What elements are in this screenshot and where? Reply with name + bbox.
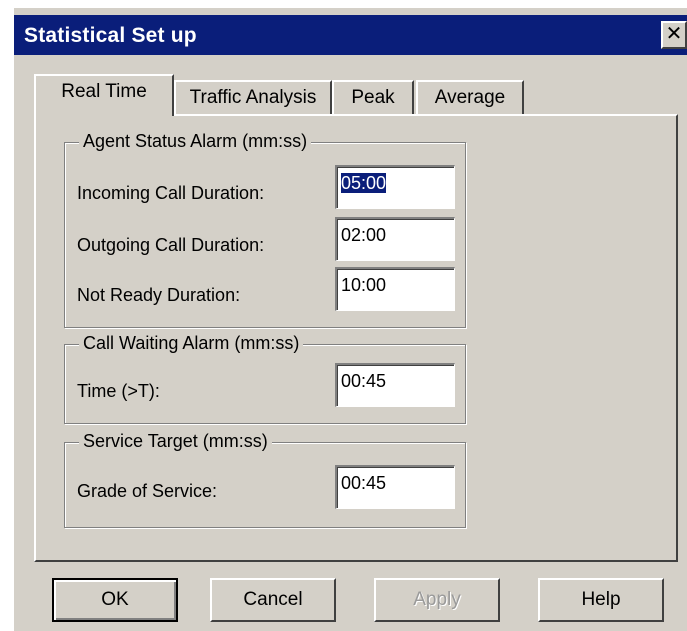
cancel-label: Cancel: [243, 589, 303, 610]
ok-button[interactable]: OK: [52, 578, 178, 622]
tab-label: Traffic Analysis: [189, 87, 317, 108]
time-label: Time (>T):: [77, 381, 160, 401]
group-title: Agent Status Alarm (mm:ss): [79, 131, 312, 152]
grade-of-service-field[interactable]: 00:45: [335, 465, 455, 509]
window-title: Statistical Set up: [24, 24, 197, 47]
tab-label: Peak: [351, 87, 395, 108]
tab-real-time[interactable]: Real Time: [34, 74, 174, 116]
help-button[interactable]: Help: [538, 578, 664, 622]
cancel-button[interactable]: Cancel: [210, 578, 336, 622]
incoming-call-duration-field[interactable]: 05:00: [335, 165, 455, 209]
ok-label: OK: [101, 589, 129, 610]
apply-label: Apply: [413, 589, 461, 610]
tab-peak[interactable]: Peak: [332, 80, 414, 116]
close-button[interactable]: ✕: [661, 21, 687, 49]
tab-panel-real-time: Agent Status Alarm (mm:ss) Incoming Call…: [34, 114, 678, 562]
not-ready-duration-label: Not Ready Duration:: [77, 285, 241, 305]
tab-label: Average: [434, 87, 506, 108]
group-title: Service Target (mm:ss): [79, 431, 272, 452]
tab-average[interactable]: Average: [416, 80, 524, 116]
help-label: Help: [581, 589, 621, 610]
incoming-call-duration-label: Incoming Call Duration:: [77, 183, 265, 203]
outgoing-call-duration-label: Outgoing Call Duration:: [77, 235, 265, 255]
time-field[interactable]: 00:45: [335, 363, 455, 407]
title-bar[interactable]: Statistical Set up ✕: [14, 15, 687, 55]
apply-button[interactable]: Apply: [374, 578, 500, 622]
statistical-setup-dialog: Statistical Set up ✕ Real Time Traffic A…: [12, 6, 687, 631]
not-ready-duration-field[interactable]: 10:00: [335, 267, 455, 311]
close-icon: ✕: [665, 23, 683, 45]
group-title: Call Waiting Alarm (mm:ss): [79, 333, 304, 354]
service-target-group: Service Target (mm:ss) Grade of Service:…: [64, 431, 466, 528]
tab-traffic-analysis[interactable]: Traffic Analysis: [174, 80, 332, 116]
tab-label: Real Time: [61, 81, 147, 102]
outgoing-call-duration-field[interactable]: 02:00: [335, 217, 455, 261]
selected-text: 05:00: [341, 173, 387, 193]
call-waiting-alarm-group: Call Waiting Alarm (mm:ss) Time (>T): 00…: [64, 333, 466, 424]
grade-of-service-label: Grade of Service:: [77, 481, 218, 501]
agent-status-alarm-group: Agent Status Alarm (mm:ss) Incoming Call…: [64, 131, 466, 328]
